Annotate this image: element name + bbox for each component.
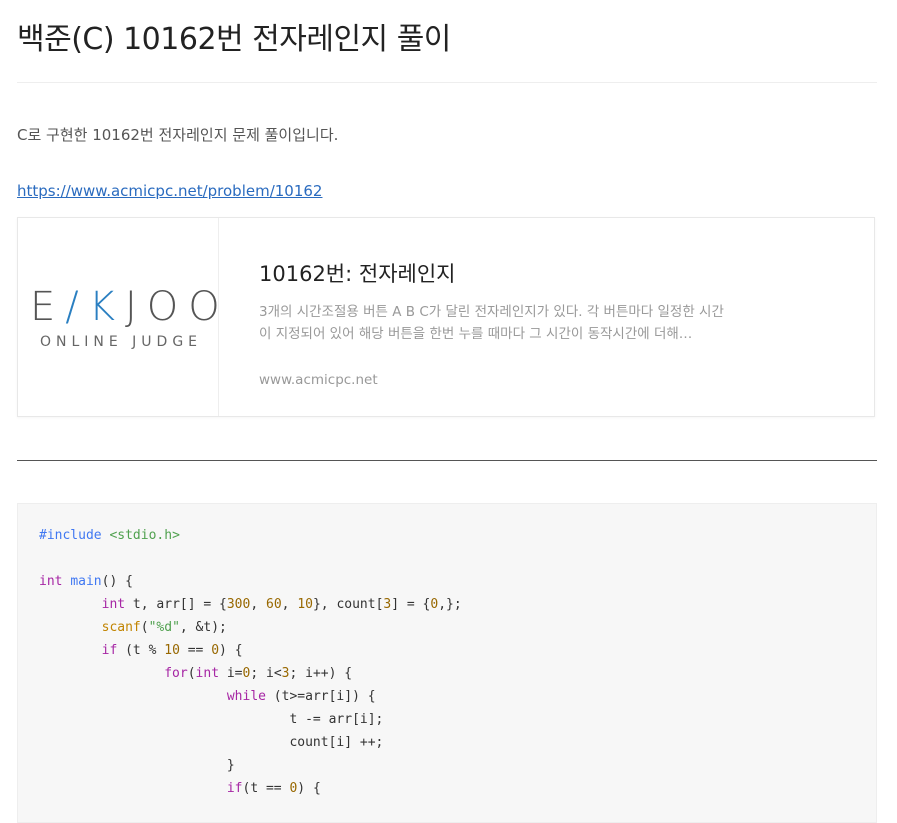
boj-logo: E/KJOO	[30, 284, 220, 330]
card-description: 3개의 시간조절용 버튼 A B C가 달린 전자레인지가 있다. 각 버튼마다…	[259, 304, 724, 342]
code-line: }	[39, 758, 235, 773]
logo-subtitle: ONLINE JUDGE	[39, 334, 203, 350]
code-line: while (t>=arr[i]) {	[226, 689, 376, 704]
post-title: 백준(C) 10162번 전자레인지 풀이	[17, 22, 451, 57]
post-intro: C로 구현한 10162번 전자레인지 문제 풀이입니다.	[17, 126, 339, 144]
code-line: if (t % 10 == 0) {	[101, 643, 243, 658]
link-preview-card[interactable]: E/KJOO ONLINE JUDGE 10162번: 전자레인지 3개의 시간…	[17, 217, 875, 417]
title-divider	[17, 82, 877, 83]
problem-link[interactable]: https://www.acmicpc.net/problem/10162	[17, 182, 322, 200]
card-domain: www.acmicpc.net	[259, 372, 378, 388]
logo-letters-joo: JOO	[125, 284, 230, 330]
code-line: if(t == 0) {	[226, 781, 321, 796]
code-line: for(int i=0; i<3; i++) {	[164, 666, 353, 681]
logo-letter-e: E	[30, 284, 66, 330]
code-block: #include <stdio.h> int main() { int t, a…	[17, 503, 877, 823]
card-thumbnail: E/KJOO ONLINE JUDGE	[18, 218, 220, 416]
code-line: int t, arr[] = {300, 60, 10}, count[3] =…	[101, 597, 462, 612]
code-line: scanf("%d", &t);	[101, 620, 227, 635]
code-line: t -= arr[i];	[39, 712, 384, 727]
code-line: count[i] ++;	[39, 735, 384, 750]
code-line: #include <stdio.h>	[39, 528, 180, 543]
code-line: int main() {	[39, 574, 133, 589]
section-divider	[17, 460, 877, 461]
logo-letter-k: /K	[65, 284, 125, 330]
card-body: 10162번: 전자레인지 3개의 시간조절용 버튼 A B C가 달린 전자레…	[219, 218, 874, 416]
card-title: 10162번: 전자레인지	[259, 262, 456, 286]
code-content: #include <stdio.h> int main() { int t, a…	[18, 504, 876, 800]
